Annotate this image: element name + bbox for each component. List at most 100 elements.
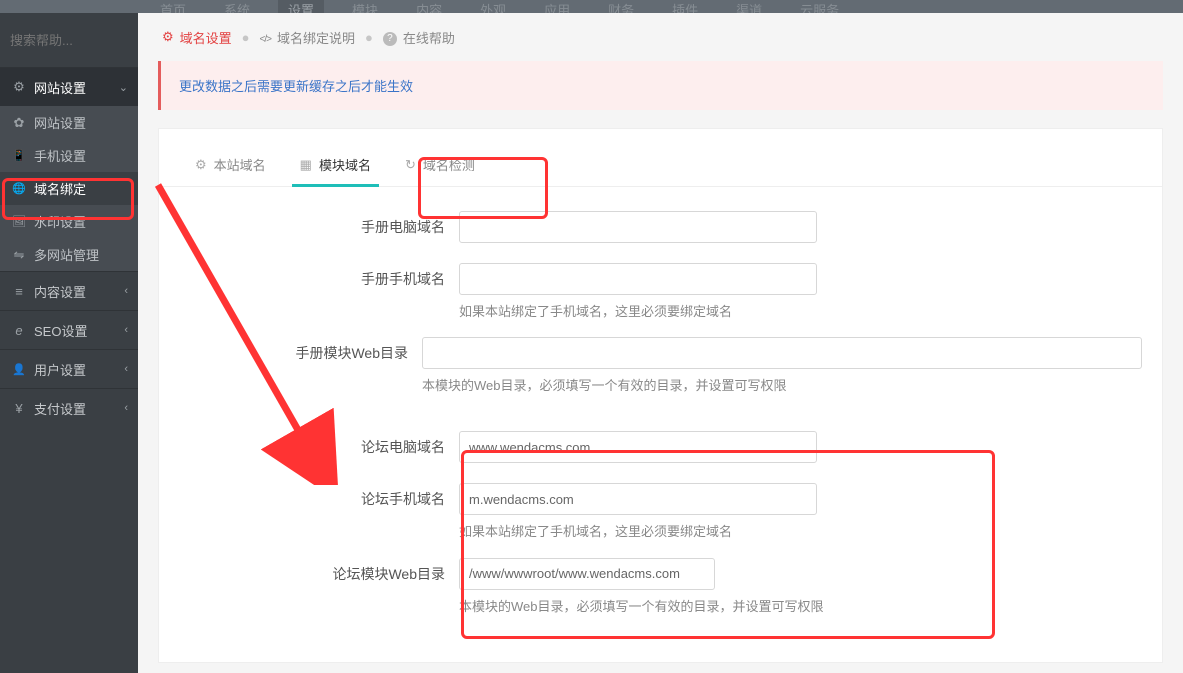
- gear-icon: [10, 79, 28, 95]
- sidebar-item-mobile-settings[interactable]: 手机设置: [0, 139, 138, 172]
- share-icon: [10, 247, 28, 263]
- field-help: 如果本站绑定了手机域名，这里必须要绑定域名: [459, 303, 1142, 321]
- tab-label: 域名检测: [423, 155, 475, 174]
- sidebar-group-payment: 支付设置: [0, 388, 138, 427]
- tab-label: 模块域名: [319, 155, 371, 174]
- topnav-item[interactable]: 系统: [214, 0, 260, 13]
- forum-mobile-domain-input[interactable]: [459, 483, 817, 515]
- main-panel: 本站域名 模块域名 域名检测 手册电脑域名 手册手机域名: [158, 128, 1163, 663]
- form-row-forum-pc: 论坛电脑域名: [159, 431, 1162, 463]
- sidebar-group-label: 内容设置: [34, 282, 124, 301]
- chevron-left-icon: [124, 324, 128, 336]
- topnav-item[interactable]: 渠道: [726, 0, 772, 13]
- tab-label: 本站域名: [214, 155, 266, 174]
- sidebar-header-seo[interactable]: SEO设置: [0, 311, 138, 349]
- sidebar-header-user[interactable]: 用户设置: [0, 350, 138, 388]
- refresh-icon: [405, 157, 416, 173]
- crumb-label: 域名绑定说明: [277, 28, 355, 47]
- topnav-item[interactable]: 外观: [470, 0, 516, 13]
- crumb-separator: ●: [242, 30, 250, 45]
- manual-webdir-input[interactable]: [422, 337, 1142, 369]
- field-help: 本模块的Web目录，必须填写一个有效的目录，并设置可写权限: [459, 598, 1142, 616]
- sidebar-item-label: 多网站管理: [34, 245, 99, 264]
- sidebar-group-site: 网站设置 网站设置 手机设置 域名绑定 水印设置 多网站管理: [0, 67, 138, 271]
- topnav-item[interactable]: 首页: [150, 0, 196, 13]
- manual-mobile-domain-input[interactable]: [459, 263, 817, 295]
- globe-icon: [10, 182, 28, 195]
- user-icon: [10, 363, 28, 376]
- form-row-manual-mobile: 手册手机域名 如果本站绑定了手机域名，这里必须要绑定域名: [159, 263, 1162, 337]
- crumb-help[interactable]: 在线帮助: [383, 28, 455, 47]
- crumb-separator: ●: [365, 30, 373, 45]
- tab-domain-check[interactable]: 域名检测: [397, 143, 483, 186]
- field-help: 本模块的Web目录，必须填写一个有效的目录，并设置可写权限: [422, 377, 1142, 395]
- sidebar-item-site-settings[interactable]: 网站设置: [0, 106, 138, 139]
- grid-icon: [300, 157, 312, 173]
- gear-icon: [10, 115, 28, 131]
- form-row-manual-pc: 手册电脑域名: [159, 211, 1162, 243]
- tab-strip: 本站域名 模块域名 域名检测: [159, 129, 1162, 187]
- sidebar-group-user: 用户设置: [0, 349, 138, 388]
- topnav-item[interactable]: 云服务: [790, 0, 849, 13]
- topnav-item[interactable]: 插件: [662, 0, 708, 13]
- domain-form: 手册电脑域名 手册手机域名 如果本站绑定了手机域名，这里必须要绑定域名 手册模块…: [159, 187, 1162, 632]
- field-label: 论坛手机域名: [159, 483, 459, 515]
- sidebar-item-watermark[interactable]: 水印设置: [0, 205, 138, 238]
- sidebar-group-label: SEO设置: [34, 321, 124, 340]
- form-row-forum-mobile: 论坛手机域名 如果本站绑定了手机域名，这里必须要绑定域名: [159, 483, 1162, 557]
- field-label: 手册手机域名: [159, 263, 459, 295]
- breadcrumb: 域名设置 ● 域名绑定说明 ● 在线帮助: [138, 13, 1183, 61]
- alert-text: 更改数据之后需要更新缓存之后才能生效: [179, 79, 413, 94]
- sidebar-header-site[interactable]: 网站设置: [0, 68, 138, 106]
- sidebar-group-content: 内容设置: [0, 271, 138, 310]
- form-row-manual-webdir: 手册模块Web目录 本模块的Web目录，必须填写一个有效的目录，并设置可写权限: [159, 337, 1162, 411]
- crumb-primary[interactable]: 域名设置: [162, 28, 232, 47]
- phone-icon: [10, 149, 28, 162]
- chevron-left-icon: [124, 363, 128, 375]
- sidebar-item-label: 域名绑定: [34, 179, 86, 198]
- sidebar-sublist: 网站设置 手机设置 域名绑定 水印设置 多网站管理: [0, 106, 138, 271]
- crumb-label: 域名设置: [180, 28, 232, 47]
- content-area: 域名设置 ● 域名绑定说明 ● 在线帮助 更改数据之后需要更新缓存之后才能生效 …: [138, 13, 1183, 673]
- topnav-item[interactable]: 设置: [278, 0, 324, 13]
- forum-webdir-input[interactable]: [459, 558, 715, 590]
- topnav-item[interactable]: 财务: [598, 0, 644, 13]
- gear-icon: [195, 157, 207, 173]
- image-icon: [10, 215, 28, 228]
- tab-local-domain[interactable]: 本站域名: [187, 143, 274, 186]
- topnav-item[interactable]: 内容: [406, 0, 452, 13]
- field-help: 如果本站绑定了手机域名，这里必须要绑定域名: [459, 523, 1142, 541]
- tab-module-domain[interactable]: 模块域名: [292, 143, 379, 186]
- field-label: 手册电脑域名: [159, 211, 459, 243]
- gear-icon: [162, 29, 174, 45]
- sidebar-group-label: 网站设置: [34, 78, 119, 97]
- sidebar-search: [0, 13, 138, 67]
- chevron-down-icon: [119, 81, 128, 94]
- sidebar-item-label: 网站设置: [34, 113, 86, 132]
- top-nav: 首页 系统 设置 模块 内容 外观 应用 财务 插件 渠道 云服务: [0, 0, 1183, 13]
- sidebar-item-label: 水印设置: [34, 212, 86, 231]
- yen-icon: [10, 401, 28, 416]
- sidebar-item-multisite[interactable]: 多网站管理: [0, 238, 138, 271]
- manual-pc-domain-input[interactable]: [459, 211, 817, 243]
- help-icon: [383, 29, 397, 46]
- sidebar-group-label: 支付设置: [34, 399, 124, 418]
- crumb-secondary[interactable]: 域名绑定说明: [260, 28, 355, 47]
- browser-icon: [10, 323, 28, 338]
- forum-pc-domain-input[interactable]: [459, 431, 817, 463]
- alert-banner: 更改数据之后需要更新缓存之后才能生效: [158, 61, 1163, 110]
- topnav-item[interactable]: 应用: [534, 0, 580, 13]
- field-label: 论坛电脑域名: [159, 431, 459, 463]
- chevron-left-icon: [124, 402, 128, 414]
- sidebar-group-seo: SEO设置: [0, 310, 138, 349]
- field-label: 论坛模块Web目录: [159, 558, 459, 590]
- sidebar-item-domain-binding[interactable]: 域名绑定: [0, 172, 138, 205]
- field-label: 手册模块Web目录: [159, 337, 422, 369]
- sidebar-item-label: 手机设置: [34, 146, 86, 165]
- list-icon: [10, 284, 28, 299]
- topnav-item[interactable]: 模块: [342, 0, 388, 13]
- sidebar-group-label: 用户设置: [34, 360, 124, 379]
- sidebar-header-content[interactable]: 内容设置: [0, 272, 138, 310]
- sidebar-header-payment[interactable]: 支付设置: [0, 389, 138, 427]
- chevron-left-icon: [124, 285, 128, 297]
